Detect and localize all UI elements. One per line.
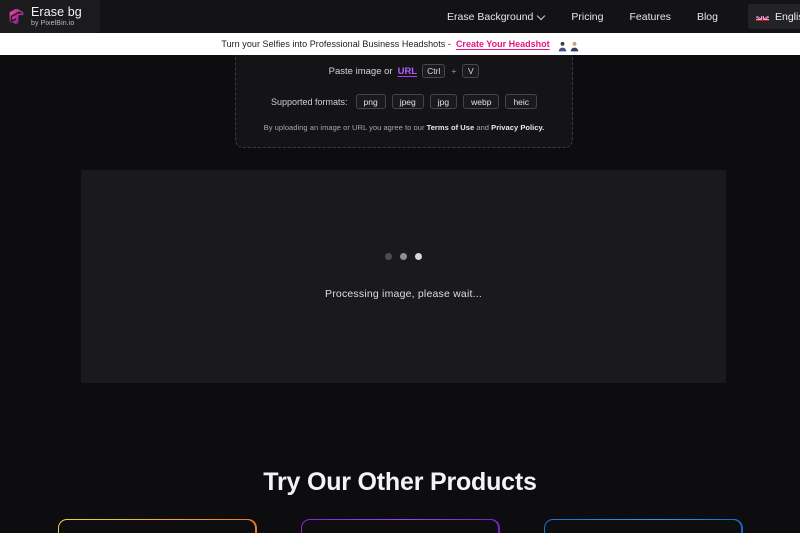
key-plus-separator: + <box>451 66 457 76</box>
loading-dot-icon <box>415 253 422 260</box>
person-avatar-icon <box>558 39 567 51</box>
processing-status-text: Processing image, please wait... <box>325 288 482 300</box>
top-navbar: Erase bg by PixelBin.io Erase Background… <box>0 0 800 33</box>
product-card-body <box>544 520 742 533</box>
language-selector[interactable]: English <box>748 4 800 29</box>
erasebg-cube-icon <box>7 7 26 26</box>
product-card-body <box>301 520 499 533</box>
format-chip-heic[interactable]: heic <box>505 94 538 109</box>
format-chip-jpeg[interactable]: jpeg <box>391 94 424 109</box>
paste-instruction-row: Paste image or URL Ctrl + V <box>329 64 480 78</box>
promo-avatars <box>558 39 579 51</box>
image-processing-panel: Processing image, please wait... <box>81 170 726 383</box>
terms-conjunction: and <box>476 123 490 132</box>
nav-item-erase-background[interactable]: Erase Background <box>447 11 545 23</box>
language-label: English <box>775 10 800 23</box>
logo-title: Erase bg <box>31 5 82 19</box>
privacy-policy-link[interactable]: Privacy Policy. <box>491 123 544 132</box>
nav-item-pricing[interactable]: Pricing <box>571 11 603 23</box>
nav-item-label: Pricing <box>571 10 604 23</box>
product-card-1[interactable] <box>57 519 257 533</box>
promo-banner-text: Turn your Selfies into Professional Busi… <box>221 39 451 49</box>
other-products-heading: Try Our Other Products <box>263 468 537 496</box>
terms-disclaimer: By uploading an image or URL you agree t… <box>264 123 545 132</box>
key-ctrl: Ctrl <box>422 64 446 78</box>
product-card-3[interactable] <box>543 519 743 533</box>
uk-flag-icon <box>756 12 769 21</box>
product-card-body <box>58 520 256 533</box>
promo-banner: Turn your Selfies into Professional Busi… <box>0 33 800 55</box>
terms-of-use-link[interactable]: Terms of Use <box>427 123 475 132</box>
create-headshot-link[interactable]: Create Your Headshot <box>456 39 550 49</box>
nav-links: Erase Background Pricing Features Blog <box>447 0 718 33</box>
paste-url-link[interactable]: URL <box>398 66 418 77</box>
nav-item-label: Erase Background <box>447 10 534 23</box>
key-v: V <box>462 64 480 78</box>
terms-prefix: By uploading an image or URL you agree t… <box>263 123 425 132</box>
other-products-card-row <box>0 519 800 533</box>
person-avatar-icon <box>570 39 579 51</box>
product-card-2[interactable] <box>300 519 500 533</box>
format-chip-png[interactable]: png <box>355 94 386 109</box>
paste-label: Paste image or <box>328 65 393 77</box>
supported-formats-row: Supported formats: png jpeg jpg webp hei… <box>270 94 538 109</box>
loading-dot-icon <box>400 253 407 260</box>
nav-item-blog[interactable]: Blog <box>697 11 718 23</box>
loading-dot-icon <box>385 253 392 260</box>
supported-formats-label: Supported formats: <box>270 96 348 107</box>
chevron-down-icon <box>538 13 545 20</box>
loading-dots-indicator <box>385 253 422 260</box>
logo-subtitle: by PixelBin.io <box>31 20 75 27</box>
format-chip-jpg[interactable]: jpg <box>429 94 458 109</box>
nav-item-label: Features <box>629 10 671 23</box>
logo-home-link[interactable]: Erase bg by PixelBin.io <box>0 0 100 33</box>
format-chip-webp[interactable]: webp <box>463 94 500 109</box>
nav-item-label: Blog <box>696 10 718 23</box>
nav-item-features[interactable]: Features <box>630 11 671 23</box>
